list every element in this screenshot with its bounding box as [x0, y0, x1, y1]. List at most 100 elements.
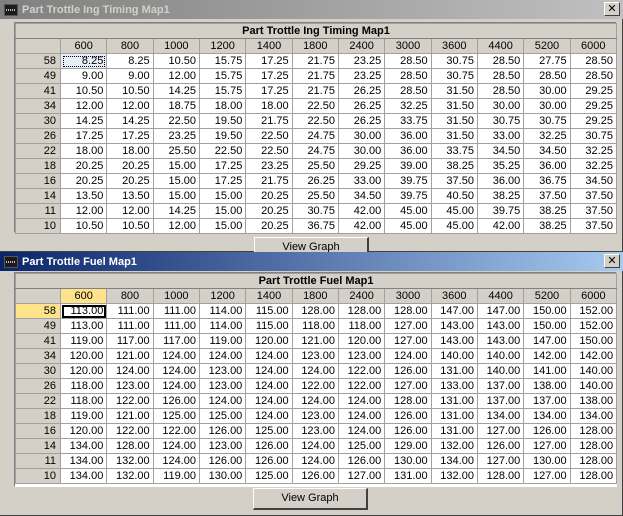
map-cell[interactable]: 17.25 [245, 53, 293, 69]
column-header[interactable]: 600 [59, 38, 108, 54]
map-cell[interactable]: 119.00 [152, 468, 200, 484]
map-cell[interactable]: 111.00 [106, 303, 154, 319]
view-graph-button[interactable]: View Graph [253, 488, 368, 510]
map-cell[interactable]: 26.25 [291, 173, 339, 189]
map-cell[interactable]: 132.00 [430, 468, 478, 484]
map-cell[interactable]: 33.75 [384, 113, 432, 129]
map-cell[interactable]: 17.25 [198, 158, 247, 174]
map-cell[interactable]: 23.25 [337, 53, 386, 69]
map-cell[interactable]: 36.00 [384, 143, 432, 159]
map-cell[interactable]: 124.00 [152, 378, 200, 394]
map-cell[interactable]: 38.25 [476, 188, 525, 204]
map-cell[interactable]: 138.00 [569, 393, 618, 409]
map-cell[interactable]: 21.75 [245, 113, 293, 129]
row-header[interactable]: 58 [15, 53, 61, 69]
map-cell[interactable]: 143.00 [430, 333, 478, 349]
map-cell[interactable]: 37.50 [430, 173, 478, 189]
map-cell[interactable]: 10.50 [59, 83, 108, 99]
map-cell[interactable]: 24.75 [291, 128, 339, 144]
map-cell[interactable]: 39.75 [476, 203, 525, 219]
map-cell[interactable]: 34.50 [523, 143, 571, 159]
map-cell[interactable]: 140.00 [569, 363, 618, 379]
map-cell[interactable]: 126.00 [384, 363, 432, 379]
row-header[interactable]: 18 [15, 158, 61, 174]
column-header[interactable]: 1200 [198, 288, 247, 304]
map-cell[interactable]: 15.00 [152, 188, 200, 204]
map-cell[interactable]: 28.50 [476, 53, 525, 69]
map-cell[interactable]: 118.00 [337, 318, 386, 334]
map-cell[interactable]: 10.50 [59, 218, 108, 234]
map-cell[interactable]: 34.50 [476, 143, 525, 159]
map-cell[interactable]: 128.00 [291, 303, 339, 319]
column-header[interactable]: 5200 [523, 288, 571, 304]
map-cell[interactable]: 31.50 [430, 128, 478, 144]
map-cell[interactable]: 126.00 [384, 408, 432, 424]
map-cell[interactable]: 12.00 [152, 218, 200, 234]
map-cell[interactable]: 36.00 [384, 128, 432, 144]
row-header[interactable]: 30 [15, 363, 61, 379]
map-cell[interactable]: 15.00 [198, 203, 247, 219]
map-cell[interactable]: 40.50 [430, 188, 478, 204]
map-cell[interactable]: 152.00 [569, 318, 618, 334]
map-cell[interactable]: 19.50 [198, 113, 247, 129]
map-cell[interactable]: 124.00 [245, 348, 293, 364]
map-cell[interactable]: 117.00 [152, 333, 200, 349]
map-cell[interactable]: 128.00 [476, 468, 525, 484]
map-cell[interactable]: 126.00 [198, 423, 247, 439]
map-cell[interactable]: 26.25 [337, 113, 386, 129]
map-cell[interactable]: 140.00 [476, 348, 525, 364]
map-cell[interactable]: 25.50 [152, 143, 200, 159]
map-cell[interactable]: 125.00 [337, 438, 386, 454]
map-cell[interactable]: 127.00 [384, 333, 432, 349]
map-cell[interactable]: 18.00 [245, 98, 293, 114]
map-cell[interactable]: 36.75 [523, 173, 571, 189]
map-cell[interactable]: 26.25 [337, 98, 386, 114]
map-cell[interactable]: 118.00 [59, 378, 108, 394]
map-cell[interactable]: 39.75 [384, 173, 432, 189]
map-cell[interactable]: 128.00 [569, 468, 618, 484]
row-header[interactable]: 49 [15, 68, 61, 84]
map-cell[interactable]: 10.50 [106, 218, 154, 234]
fuel-map-titlebar[interactable]: Part Trottle Fuel Map1 ✕ [0, 252, 623, 271]
row-header[interactable]: 16 [15, 173, 61, 189]
close-button[interactable]: ✕ [604, 254, 620, 268]
map-cell[interactable]: 123.00 [337, 348, 386, 364]
map-cell[interactable]: 125.00 [152, 408, 200, 424]
map-cell[interactable]: 123.00 [198, 438, 247, 454]
map-cell[interactable]: 21.75 [245, 173, 293, 189]
row-header[interactable]: 14 [15, 188, 61, 204]
map-cell[interactable]: 23.25 [245, 158, 293, 174]
map-cell[interactable]: 8.25 [59, 53, 108, 69]
map-cell[interactable]: 10.50 [106, 83, 154, 99]
map-cell[interactable]: 18.00 [59, 143, 108, 159]
map-cell[interactable]: 20.25 [106, 158, 154, 174]
map-cell[interactable]: 124.00 [291, 438, 339, 454]
map-cell[interactable]: 124.00 [291, 393, 339, 409]
map-cell[interactable]: 22.50 [291, 113, 339, 129]
map-cell[interactable]: 12.00 [106, 98, 154, 114]
map-cell[interactable]: 17.25 [245, 68, 293, 84]
map-cell[interactable]: 36.75 [291, 218, 339, 234]
map-cell[interactable]: 134.00 [569, 408, 618, 424]
row-header[interactable]: 26 [15, 128, 61, 144]
map-cell[interactable]: 28.50 [476, 68, 525, 84]
map-cell[interactable]: 9.00 [106, 68, 154, 84]
map-cell[interactable]: 12.00 [152, 68, 200, 84]
map-cell[interactable]: 25.50 [291, 158, 339, 174]
map-cell[interactable]: 37.50 [569, 188, 617, 204]
map-cell[interactable]: 29.25 [569, 113, 617, 129]
map-cell[interactable]: 123.00 [291, 348, 339, 364]
map-cell[interactable]: 24.75 [291, 143, 339, 159]
map-cell[interactable]: 21.75 [291, 68, 339, 84]
map-cell[interactable]: 125.00 [245, 423, 293, 439]
map-cell[interactable]: 124.00 [152, 363, 200, 379]
map-cell[interactable]: 31.50 [430, 83, 478, 99]
map-cell[interactable]: 30.75 [430, 68, 478, 84]
column-header[interactable]: 1000 [152, 288, 200, 304]
map-cell[interactable]: 28.50 [384, 68, 432, 84]
map-cell[interactable]: 12.00 [59, 203, 108, 219]
map-cell[interactable]: 14.25 [106, 113, 154, 129]
map-cell[interactable]: 124.00 [245, 363, 293, 379]
map-cell[interactable]: 131.00 [430, 393, 478, 409]
map-cell[interactable]: 22.50 [152, 113, 200, 129]
